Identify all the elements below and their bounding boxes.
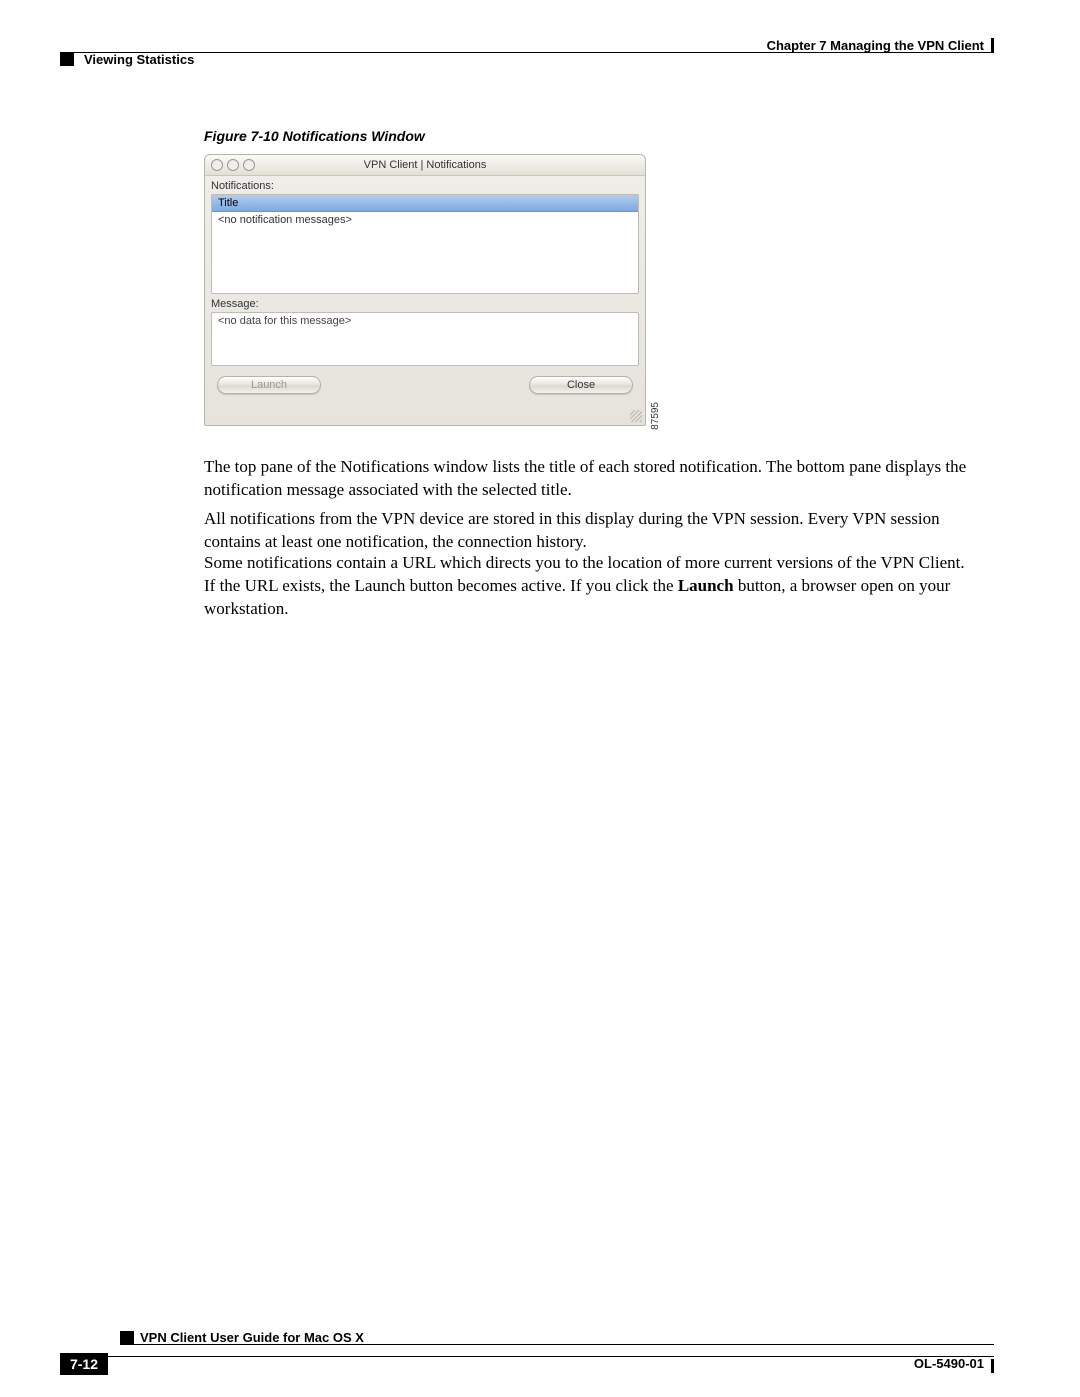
section-marker-icon — [60, 52, 74, 66]
window-title: VPN Client | Notifications — [205, 159, 645, 171]
list-item: <no notification messages> — [212, 212, 638, 228]
footer-marker-icon — [120, 1331, 134, 1345]
figure-image: VPN Client | Notifications Notifications… — [204, 154, 652, 430]
document-id: OL-5490-01 — [914, 1356, 984, 1371]
body-paragraph: The top pane of the Notifications window… — [204, 456, 974, 502]
launch-emphasis: Launch — [678, 576, 734, 595]
button-row: Launch Close — [205, 366, 645, 400]
footer-rule — [60, 1356, 994, 1357]
message-text: <no data for this message> — [218, 315, 351, 327]
window-titlebar: VPN Client | Notifications — [205, 155, 645, 176]
section-title: Viewing Statistics — [84, 52, 194, 67]
page-number: 7-12 — [60, 1353, 108, 1375]
launch-button[interactable]: Launch — [217, 376, 321, 394]
body-paragraph: Some notifications contain a URL which d… — [204, 552, 974, 621]
column-header-title[interactable]: Title — [212, 195, 638, 212]
notifications-list[interactable]: Title <no notification messages> — [211, 194, 639, 294]
figure-caption: Figure 7-10 Notifications Window — [204, 128, 425, 144]
header-end-bar — [991, 38, 994, 52]
resize-grip-icon[interactable] — [630, 410, 642, 422]
guide-title: VPN Client User Guide for Mac OS X — [140, 1330, 364, 1345]
message-box: <no data for this message> — [211, 312, 639, 366]
image-id: 87595 — [650, 402, 661, 430]
footer-end-bar — [991, 1359, 994, 1373]
notifications-label: Notifications: — [205, 176, 645, 194]
document-page: Chapter 7 Managing the VPN Client Viewin… — [0, 0, 1080, 1397]
message-label: Message: — [205, 294, 645, 312]
body-paragraph: All notifications from the VPN device ar… — [204, 508, 974, 554]
close-button[interactable]: Close — [529, 376, 633, 394]
notifications-window: VPN Client | Notifications Notifications… — [204, 154, 646, 426]
chapter-title: Chapter 7 Managing the VPN Client — [767, 38, 984, 53]
